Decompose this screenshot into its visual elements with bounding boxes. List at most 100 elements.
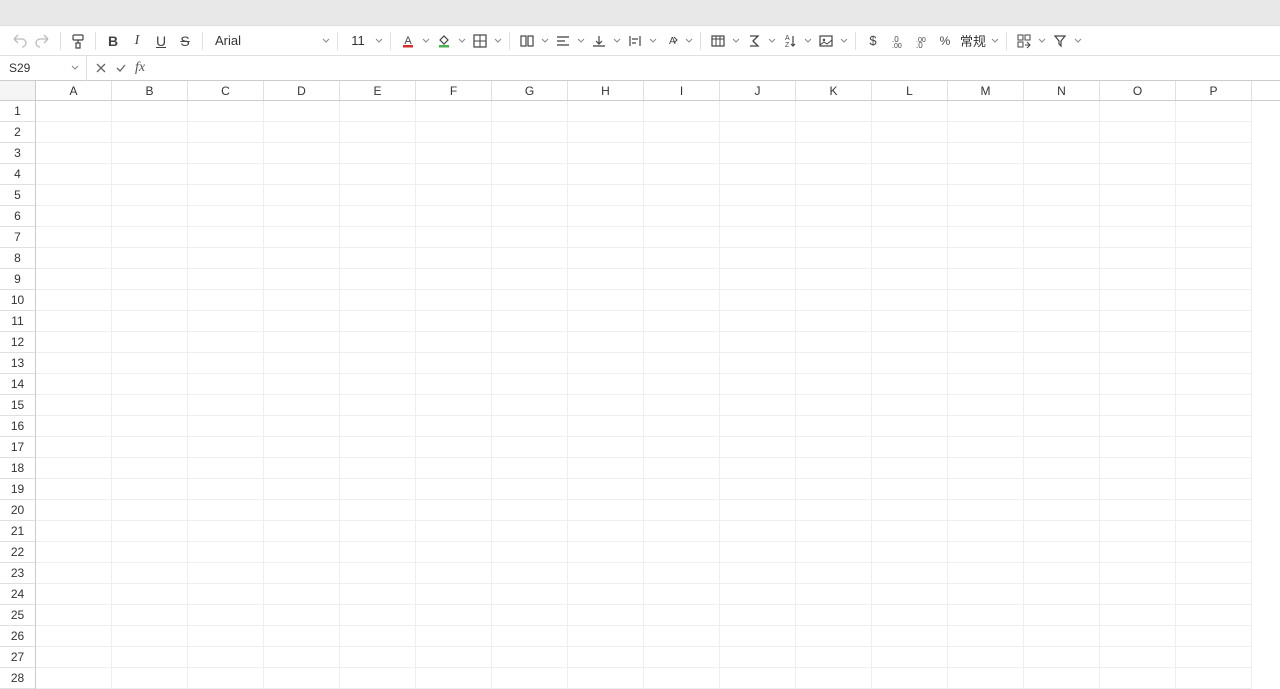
cell[interactable] — [1100, 332, 1176, 353]
merge-cells-button[interactable] — [516, 29, 538, 53]
column-header[interactable]: L — [872, 81, 948, 100]
cell[interactable] — [568, 101, 644, 122]
cell[interactable] — [112, 521, 188, 542]
cell[interactable] — [1024, 584, 1100, 605]
cell[interactable] — [720, 122, 796, 143]
cell[interactable] — [568, 269, 644, 290]
row-header[interactable]: 21 — [0, 521, 35, 542]
cell[interactable] — [112, 584, 188, 605]
cell[interactable] — [1024, 626, 1100, 647]
column-header[interactable]: K — [796, 81, 872, 100]
cells-area[interactable] — [36, 101, 1280, 675]
cell[interactable] — [264, 668, 340, 689]
cell[interactable] — [720, 332, 796, 353]
cell[interactable] — [872, 206, 948, 227]
cell[interactable] — [36, 563, 112, 584]
cell[interactable] — [568, 122, 644, 143]
autosum-dropdown[interactable] — [767, 37, 777, 45]
cell[interactable] — [1100, 626, 1176, 647]
cell[interactable] — [264, 542, 340, 563]
format-painter-button[interactable] — [67, 29, 89, 53]
cell[interactable] — [568, 542, 644, 563]
column-header[interactable]: B — [112, 81, 188, 100]
cell[interactable] — [948, 290, 1024, 311]
cell[interactable] — [188, 311, 264, 332]
conditional-format-dropdown[interactable] — [1037, 37, 1047, 45]
cell[interactable] — [1176, 248, 1252, 269]
cell[interactable] — [948, 521, 1024, 542]
cell[interactable] — [416, 206, 492, 227]
row-header[interactable]: 25 — [0, 605, 35, 626]
cell[interactable] — [492, 458, 568, 479]
column-header[interactable]: I — [644, 81, 720, 100]
column-header[interactable]: A — [36, 81, 112, 100]
cell[interactable] — [872, 626, 948, 647]
cell[interactable] — [796, 458, 872, 479]
cell[interactable] — [568, 605, 644, 626]
cell[interactable] — [188, 584, 264, 605]
cell[interactable] — [492, 542, 568, 563]
cell[interactable] — [1024, 563, 1100, 584]
cell[interactable] — [492, 563, 568, 584]
cell[interactable] — [568, 437, 644, 458]
cell[interactable] — [492, 164, 568, 185]
row-header[interactable]: 22 — [0, 542, 35, 563]
cell[interactable] — [720, 542, 796, 563]
cell[interactable] — [1100, 185, 1176, 206]
cell[interactable] — [188, 122, 264, 143]
cell[interactable] — [1024, 521, 1100, 542]
cell[interactable] — [112, 668, 188, 689]
row-header[interactable]: 5 — [0, 185, 35, 206]
cell[interactable] — [948, 227, 1024, 248]
cell[interactable] — [948, 605, 1024, 626]
cell[interactable] — [568, 332, 644, 353]
cell[interactable] — [264, 458, 340, 479]
font-color-button[interactable]: A — [397, 29, 419, 53]
cell[interactable] — [492, 395, 568, 416]
cell[interactable] — [796, 290, 872, 311]
cell[interactable] — [1176, 332, 1252, 353]
row-header[interactable]: 16 — [0, 416, 35, 437]
cell[interactable] — [340, 206, 416, 227]
cell[interactable] — [416, 605, 492, 626]
cell[interactable] — [1100, 437, 1176, 458]
cell[interactable] — [264, 374, 340, 395]
cell[interactable] — [568, 647, 644, 668]
cell[interactable] — [416, 290, 492, 311]
cell[interactable] — [1024, 248, 1100, 269]
cell[interactable] — [720, 290, 796, 311]
cell[interactable] — [36, 143, 112, 164]
cell[interactable] — [948, 101, 1024, 122]
font-name-dropdown[interactable] — [321, 37, 331, 45]
cell[interactable] — [188, 647, 264, 668]
cell[interactable] — [340, 311, 416, 332]
cell[interactable] — [1100, 206, 1176, 227]
cell[interactable] — [340, 164, 416, 185]
name-box-dropdown[interactable] — [68, 64, 82, 72]
cell[interactable] — [340, 290, 416, 311]
cell[interactable] — [264, 311, 340, 332]
cell[interactable] — [1024, 185, 1100, 206]
cell[interactable] — [264, 626, 340, 647]
cell[interactable] — [1024, 269, 1100, 290]
cell[interactable] — [644, 332, 720, 353]
redo-button[interactable] — [32, 29, 54, 53]
cell[interactable] — [872, 101, 948, 122]
cell[interactable] — [112, 269, 188, 290]
column-header[interactable]: D — [264, 81, 340, 100]
cell[interactable] — [1100, 668, 1176, 689]
cell[interactable] — [948, 584, 1024, 605]
cell[interactable] — [720, 647, 796, 668]
cell[interactable] — [796, 647, 872, 668]
cell[interactable] — [796, 395, 872, 416]
cell[interactable] — [36, 605, 112, 626]
cell[interactable] — [492, 290, 568, 311]
text-rotation-dropdown[interactable] — [684, 37, 694, 45]
cell[interactable] — [188, 269, 264, 290]
autosum-button[interactable] — [743, 29, 765, 53]
cell[interactable] — [36, 353, 112, 374]
cell[interactable] — [264, 563, 340, 584]
cell[interactable] — [492, 479, 568, 500]
cell[interactable] — [796, 668, 872, 689]
row-header[interactable]: 17 — [0, 437, 35, 458]
